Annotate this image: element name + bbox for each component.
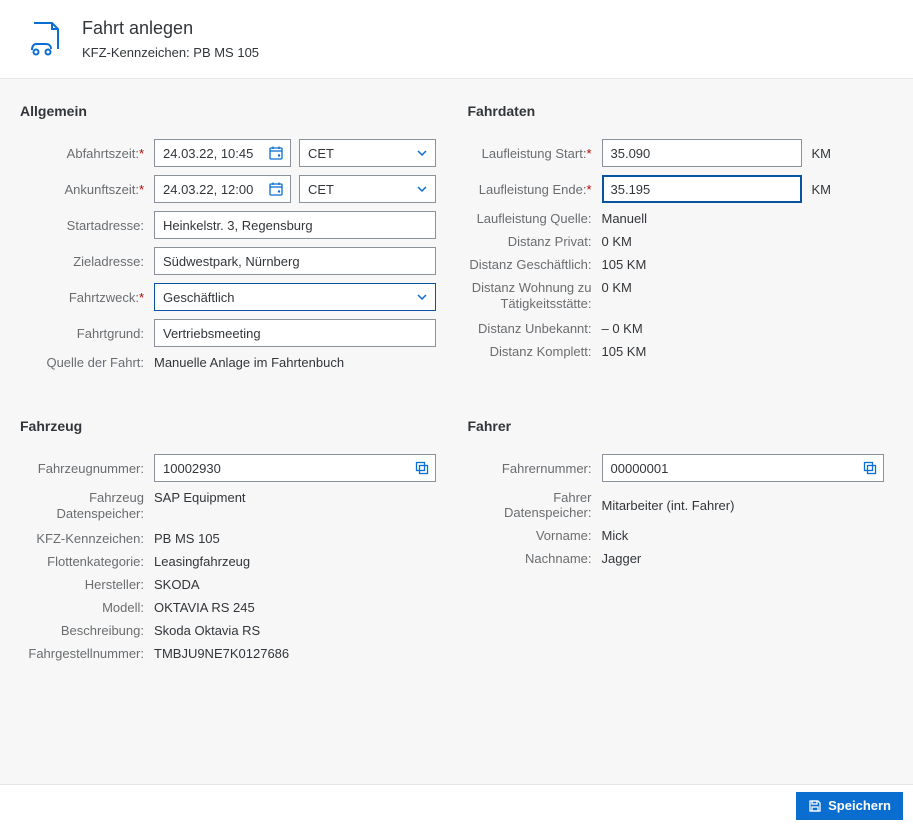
- distanz-wohnung-value: 0 KM: [602, 280, 632, 295]
- label-vorname: Vorname:: [468, 528, 602, 543]
- save-icon: [808, 799, 822, 813]
- label-distanz-privat: Distanz Privat:: [468, 234, 602, 249]
- kennzeichen-value: PB MS 105: [154, 531, 220, 546]
- value-help-icon[interactable]: [863, 461, 877, 475]
- label-quelle-fahrt: Quelle der Fahrt:: [20, 355, 154, 370]
- section-title-fahrzeug: Fahrzeug: [20, 418, 446, 434]
- fahrzeug-datenspeicher-value: SAP Equipment: [154, 490, 246, 505]
- zieladresse-input[interactable]: [154, 247, 436, 275]
- section-fahrdaten: Fahrdaten Laufleistung Start:* KM Laufle…: [468, 103, 894, 378]
- fahrer-datenspeicher-value: Mitarbeiter (int. Fahrer): [602, 498, 735, 513]
- ankunftszeit-input[interactable]: [154, 175, 291, 203]
- chevron-down-icon[interactable]: [415, 182, 429, 196]
- laufleistung-start-input[interactable]: [602, 139, 802, 167]
- label-laufleistung-start: Laufleistung Start:*: [468, 146, 602, 161]
- unit-km: KM: [812, 146, 832, 161]
- quelle-fahrt-value: Manuelle Anlage im Fahrtenbuch: [154, 355, 344, 370]
- abfahrtszeit-tz-select[interactable]: [299, 139, 436, 167]
- nachname-value: Jagger: [602, 551, 642, 566]
- flottenkategorie-value: Leasingfahrzeug: [154, 554, 250, 569]
- fahrgestellnummer-value: TMBJU9NE7K0127686: [154, 646, 289, 661]
- laufleistung-quelle-value: Manuell: [602, 211, 648, 226]
- section-fahrzeug: Fahrzeug Fahrzeugnummer: Fahrzeug Datens…: [20, 418, 446, 669]
- section-title-fahrer: Fahrer: [468, 418, 894, 434]
- label-fahrzeugnummer: Fahrzeugnummer:: [20, 461, 154, 476]
- fahrzeugnummer-input[interactable]: [154, 454, 436, 482]
- beschreibung-value: Skoda Oktavia RS: [154, 623, 260, 638]
- label-distanz-komplett: Distanz Komplett:: [468, 344, 602, 359]
- label-fahrernummer: Fahrernummer:: [468, 461, 602, 476]
- page-subtitle: KFZ-Kennzeichen: PB MS 105: [82, 45, 259, 60]
- section-title-fahrdaten: Fahrdaten: [468, 103, 894, 119]
- modell-value: OKTAVIA RS 245: [154, 600, 255, 615]
- label-laufleistung-ende: Laufleistung Ende:*: [468, 182, 602, 197]
- fahrtgrund-input[interactable]: [154, 319, 436, 347]
- section-fahrer: Fahrer Fahrernummer: Fahrer Datenspeiche…: [468, 418, 894, 669]
- label-distanz-unbekannt: Distanz Unbekannt:: [468, 321, 602, 336]
- label-startadresse: Startadresse:: [20, 218, 154, 233]
- hersteller-value: SKODA: [154, 577, 200, 592]
- startadresse-input[interactable]: [154, 211, 436, 239]
- vorname-value: Mick: [602, 528, 629, 543]
- label-flottenkategorie: Flottenkategorie:: [20, 554, 154, 569]
- distanz-privat-value: 0 KM: [602, 234, 632, 249]
- car-document-icon: [24, 20, 64, 60]
- label-modell: Modell:: [20, 600, 154, 615]
- fahrernummer-input[interactable]: [602, 454, 884, 482]
- label-fahrtgrund: Fahrtgrund:: [20, 326, 154, 341]
- label-abfahrtszeit: Abfahrtszeit:*: [20, 146, 154, 161]
- label-fahrer-datenspeicher: Fahrer Datenspeicher:: [468, 490, 602, 520]
- abfahrtszeit-input[interactable]: [154, 139, 291, 167]
- distanz-unbekannt-value: – 0 KM: [602, 321, 643, 336]
- page-title: Fahrt anlegen: [82, 18, 259, 39]
- value-help-icon[interactable]: [415, 461, 429, 475]
- label-zieladresse: Zieladresse:: [20, 254, 154, 269]
- label-distanz-geschaeftlich: Distanz Geschäftlich:: [468, 257, 602, 272]
- distanz-komplett-value: 105 KM: [602, 344, 647, 359]
- label-ankunftszeit: Ankunftszeit:*: [20, 182, 154, 197]
- label-nachname: Nachname:: [468, 551, 602, 566]
- page-header: Fahrt anlegen KFZ-Kennzeichen: PB MS 105: [0, 0, 913, 79]
- footer-bar: Speichern: [0, 784, 913, 826]
- save-button-label: Speichern: [828, 798, 891, 813]
- label-fahrgestellnummer: Fahrgestellnummer:: [20, 646, 154, 661]
- fahrtzweck-select[interactable]: [154, 283, 436, 311]
- ankunftszeit-tz-select[interactable]: [299, 175, 436, 203]
- laufleistung-ende-input[interactable]: [602, 175, 802, 203]
- chevron-down-icon[interactable]: [415, 146, 429, 160]
- label-hersteller: Hersteller:: [20, 577, 154, 592]
- section-title-allgemein: Allgemein: [20, 103, 446, 119]
- calendar-icon[interactable]: [268, 181, 284, 197]
- save-button[interactable]: Speichern: [796, 792, 903, 820]
- calendar-icon[interactable]: [268, 145, 284, 161]
- distanz-geschaeftlich-value: 105 KM: [602, 257, 647, 272]
- unit-km: KM: [812, 182, 832, 197]
- label-fahrzeug-datenspeicher: Fahrzeug Datenspeicher:: [20, 490, 154, 523]
- label-kennzeichen: KFZ-Kennzeichen:: [20, 531, 154, 546]
- label-fahrtzweck: Fahrtzweck:*: [20, 290, 154, 305]
- label-laufleistung-quelle: Laufleistung Quelle:: [468, 211, 602, 226]
- label-beschreibung: Beschreibung:: [20, 623, 154, 638]
- section-allgemein: Allgemein Abfahrtszeit:* Anku: [20, 103, 446, 378]
- label-distanz-wohnung: Distanz Wohnung zu Tätigkeitsstätte:: [468, 280, 602, 313]
- chevron-down-icon[interactable]: [415, 290, 429, 304]
